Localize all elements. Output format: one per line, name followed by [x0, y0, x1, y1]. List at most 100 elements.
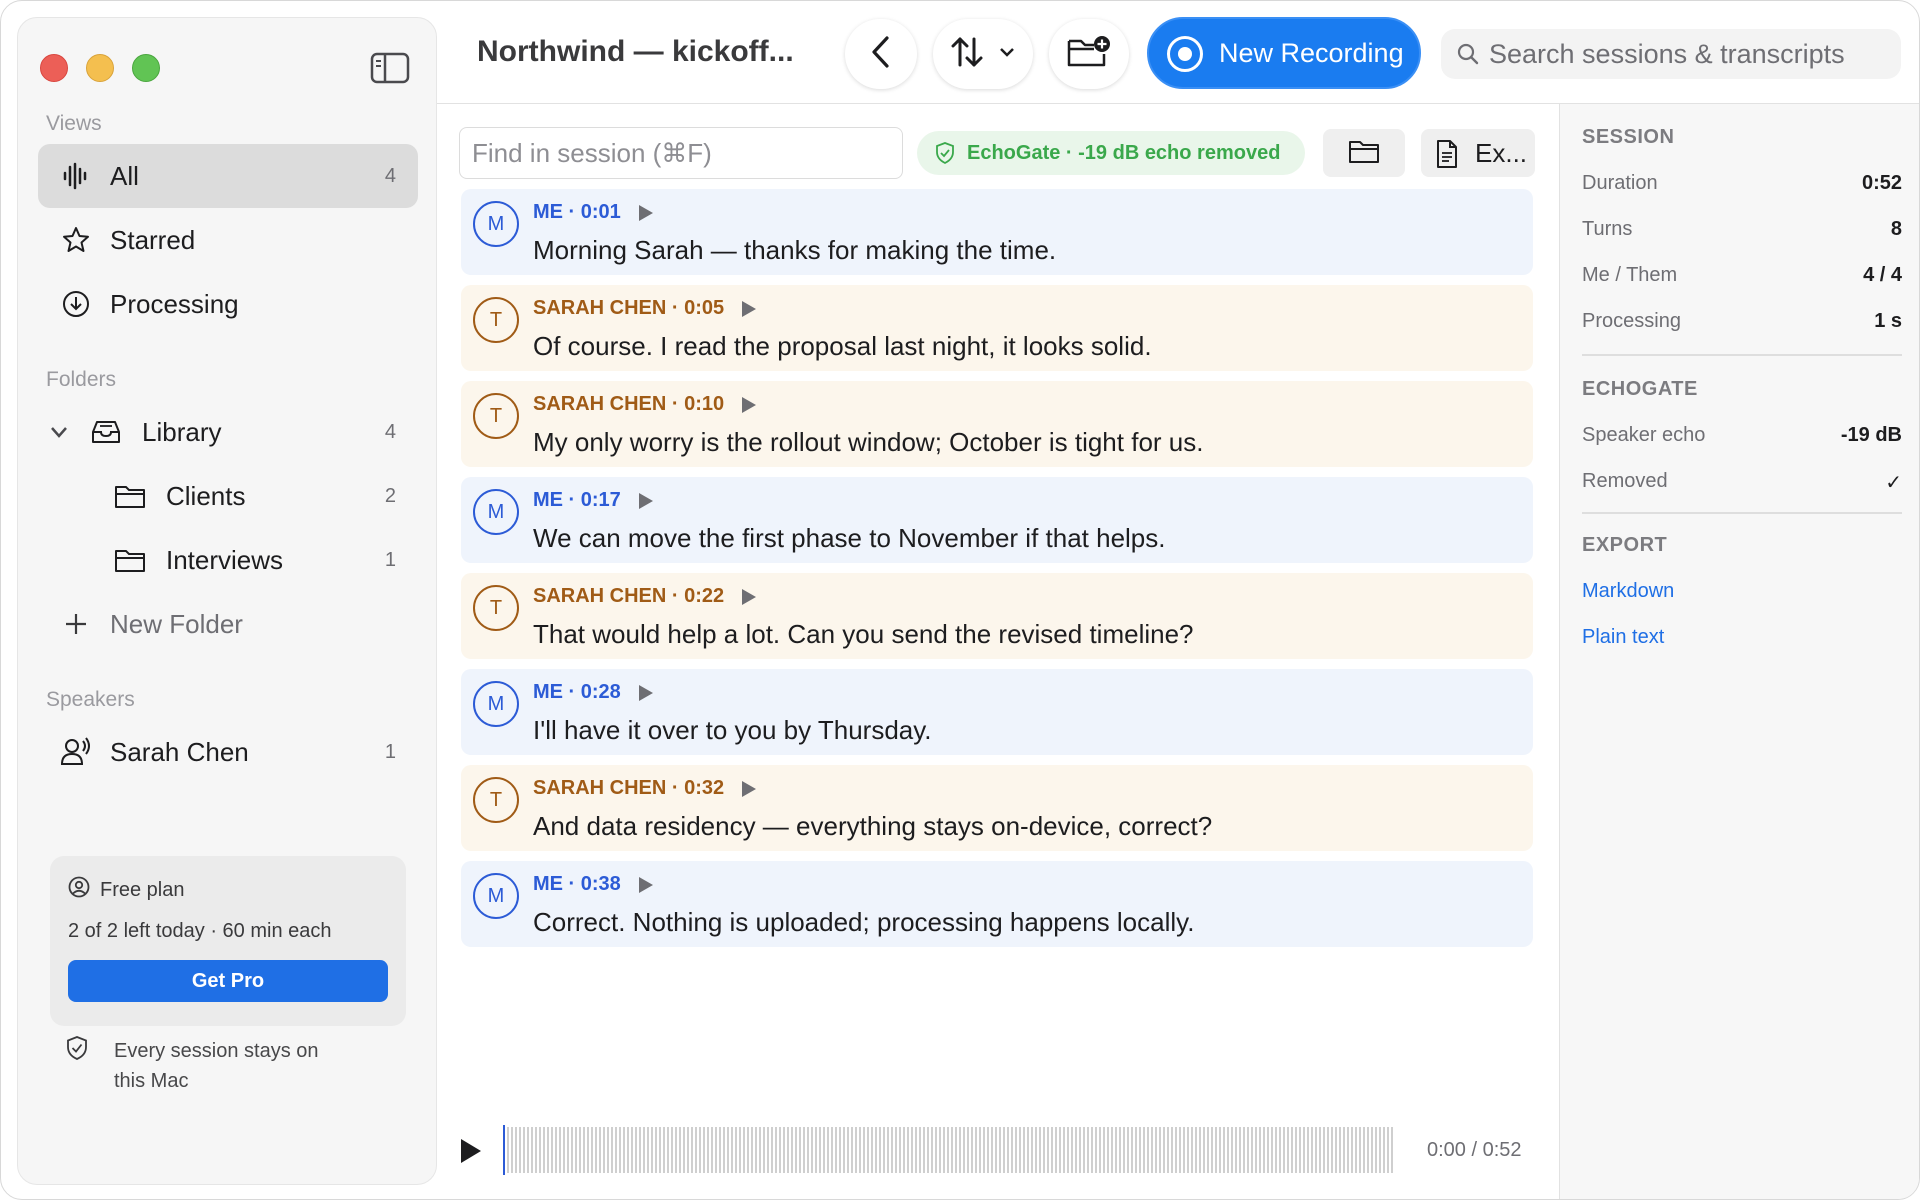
checkmark-icon: ✓	[1885, 472, 1902, 494]
session-section-label: SESSION	[1582, 126, 1675, 148]
row-label: Speaker echo	[1582, 424, 1706, 446]
minimize-window-button[interactable]	[86, 54, 114, 82]
inspector-row-me-them: Me / Them 4 / 4	[1582, 264, 1902, 287]
sidebar-item-starred[interactable]: Starred	[38, 208, 418, 272]
find-in-session-field[interactable]	[459, 127, 903, 179]
new-folder-button[interactable]: New Folder	[38, 592, 418, 656]
find-in-session-input[interactable]	[472, 138, 892, 169]
row-label: Me / Them	[1582, 264, 1678, 286]
star-icon	[60, 224, 92, 256]
speakers-section-label: Speakers	[46, 688, 135, 711]
new-recording-button[interactable]: New Recording	[1147, 17, 1421, 89]
sidebar-item-label: Processing	[110, 288, 239, 319]
sidebar-item-interviews[interactable]: Interviews 1	[38, 528, 418, 592]
speaker-avatar: T	[473, 297, 519, 343]
reveal-folder-button[interactable]	[1323, 129, 1405, 177]
transcript-turn[interactable]: M ME · 0:01 Morning Sarah — thanks for mak…	[461, 189, 1533, 275]
play-turn-icon[interactable]	[742, 588, 757, 605]
folders-section-label: Folders	[46, 368, 117, 391]
sidebar-item-count: 4	[384, 420, 396, 443]
play-turn-icon[interactable]	[742, 396, 757, 413]
row-label: Duration	[1582, 172, 1658, 194]
export-section-label: EXPORT	[1582, 534, 1668, 556]
play-turn-icon[interactable]	[638, 684, 653, 701]
inspector-row-processing: Processing 1 s	[1582, 310, 1902, 333]
privacy-text: Every session stays on this Mac	[114, 1040, 319, 1092]
sidebar-item-clients[interactable]: Clients 2	[38, 464, 418, 528]
speaker-avatar: M	[473, 489, 519, 535]
export-button[interactable]: Ex...	[1421, 129, 1535, 177]
playhead[interactable]	[503, 1125, 505, 1175]
play-turn-icon[interactable]	[742, 300, 757, 317]
turn-speaker-time: ME · 0:17	[533, 489, 621, 511]
zoom-window-button[interactable]	[132, 54, 160, 82]
turn-header: ME · 0:01	[533, 201, 653, 224]
inspector-row-duration: Duration 0:52	[1582, 172, 1902, 195]
audio-waveform-scrubber[interactable]	[503, 1127, 1395, 1173]
sidebar-item-speaker[interactable]: Sarah Chen 1	[38, 720, 418, 784]
transcript-turn[interactable]: T SARAH CHEN · 0:05 Of course. I read the …	[461, 285, 1533, 371]
play-icon[interactable]	[461, 1139, 481, 1163]
tray-icon	[90, 416, 122, 448]
export-plain-text-link[interactable]: Plain text	[1582, 626, 1664, 649]
sidebar-item-label: Sarah Chen	[110, 736, 249, 767]
chevron-down-icon[interactable]	[48, 421, 70, 443]
sidebar-item-library[interactable]: Library 4	[38, 400, 418, 464]
turn-text: We can move the first phase to November …	[533, 523, 1166, 553]
row-label: Turns	[1582, 218, 1633, 240]
speaker-avatar: M	[473, 681, 519, 727]
sidebar-item-count: 1	[384, 740, 396, 763]
transcript-turn[interactable]: T SARAH CHEN · 0:10 My only worry is the r…	[461, 381, 1533, 467]
waveform-icon	[60, 160, 92, 192]
row-value: 0:52	[1861, 172, 1902, 194]
plus-icon	[60, 608, 92, 640]
folder-plus-icon	[1066, 34, 1112, 75]
speaker-avatar: T	[473, 777, 519, 823]
sidebar-toggle-icon[interactable]	[370, 52, 410, 84]
transcript-turn[interactable]: M ME · 0:17 We can move the first phase to…	[461, 477, 1533, 563]
turn-speaker-time: SARAH CHEN · 0:10	[533, 393, 725, 415]
speaker-avatar: M	[473, 873, 519, 919]
inspector-row-removed: Removed ✓	[1582, 470, 1902, 494]
new-recording-label: New Recording	[1219, 37, 1404, 68]
sidebar-item-label: Interviews	[166, 544, 284, 575]
new-folder-toolbar-button[interactable]	[1049, 19, 1129, 89]
turn-speaker-time: ME · 0:01	[533, 201, 621, 223]
new-folder-label: New Folder	[110, 608, 243, 639]
play-turn-icon[interactable]	[638, 876, 653, 893]
turn-text: Morning Sarah — thanks for making the ti…	[533, 235, 1057, 265]
playback-time: 0:00 / 0:52	[1427, 1139, 1522, 1161]
get-pro-button[interactable]: Get Pro	[68, 960, 388, 1002]
search-field[interactable]	[1441, 29, 1901, 79]
sidebar-item-processing[interactable]: Processing	[38, 272, 418, 336]
transcript-turn[interactable]: T SARAH CHEN · 0:32 And data residency — e…	[461, 765, 1533, 851]
back-button[interactable]	[845, 19, 917, 89]
inspector-row-speaker-echo: Speaker echo -19 dB	[1582, 424, 1902, 447]
play-turn-icon[interactable]	[638, 204, 653, 221]
speaker-avatar: T	[473, 585, 519, 631]
plan-header: Free plan	[68, 876, 185, 904]
play-turn-icon[interactable]	[742, 780, 757, 797]
session-title: Northwind — kickoff...	[477, 35, 794, 68]
row-label: Processing	[1582, 310, 1681, 332]
views-section-label: Views	[46, 112, 102, 135]
turn-header: ME · 0:28	[533, 681, 653, 704]
transcript-turn[interactable]: M ME · 0:38 Correct. Nothing is uploaded; …	[461, 861, 1533, 947]
sidebar-item-all[interactable]: All 4	[38, 144, 418, 208]
sidebar-item-label: Starred	[110, 224, 196, 255]
transcript-turn[interactable]: T SARAH CHEN · 0:22 That would help a lot.…	[461, 573, 1533, 659]
plan-usage: 2 of 2 left today · 60 min each	[68, 920, 332, 942]
close-window-button[interactable]	[40, 54, 68, 82]
search-input[interactable]	[1489, 38, 1889, 70]
turn-text: Correct. Nothing is uploaded; processing…	[533, 907, 1195, 937]
row-value: -19 dB	[1840, 424, 1902, 446]
turn-speaker-time: SARAH CHEN · 0:32	[533, 777, 725, 799]
turn-header: SARAH CHEN · 0:10	[533, 393, 757, 416]
turn-speaker-time: SARAH CHEN · 0:05	[533, 297, 725, 319]
sort-menu-button[interactable]	[933, 19, 1033, 89]
export-markdown-link[interactable]: Markdown	[1582, 580, 1674, 603]
transcript-turn[interactable]: M ME · 0:28 I'll have it over to you by Th…	[461, 669, 1533, 755]
turn-text: That would help a lot. Can you send the …	[533, 619, 1194, 649]
chevron-left-icon	[870, 35, 892, 74]
play-turn-icon[interactable]	[638, 492, 653, 509]
